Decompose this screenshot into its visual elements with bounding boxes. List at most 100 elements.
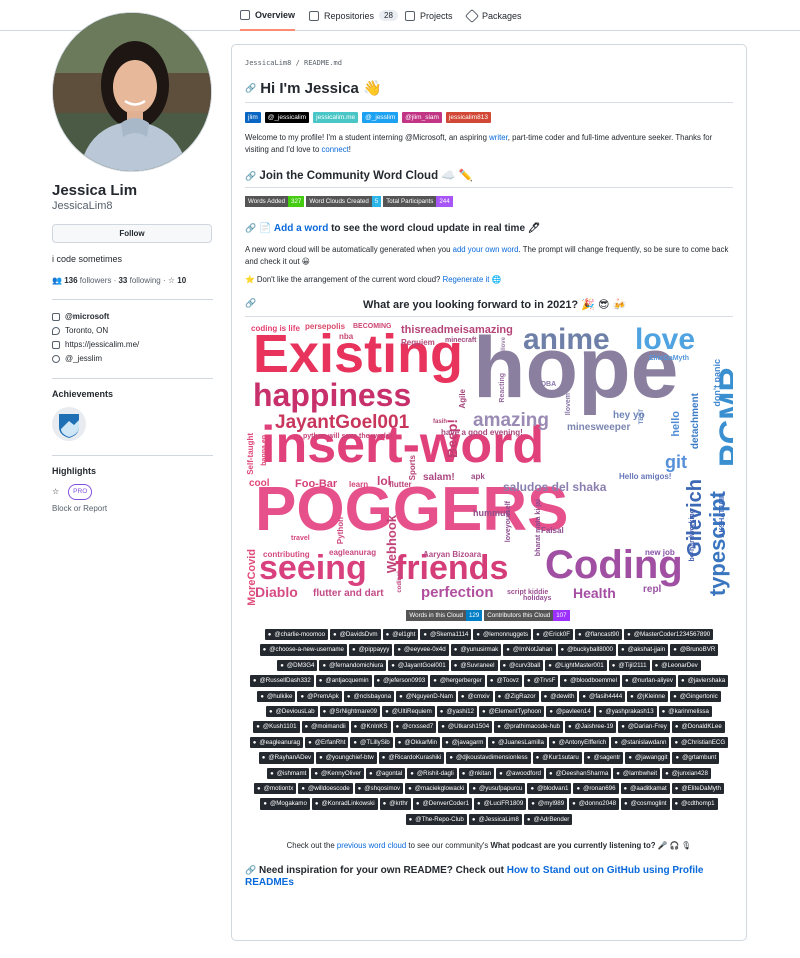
contributor-badge[interactable]: @antjacquemin	[315, 675, 372, 687]
contributor-badge[interactable]: @prathimacode-hub	[494, 721, 563, 733]
contributor-badge[interactable]: @TrvsF	[523, 675, 559, 687]
contributor-badge[interactable]: @agontal	[365, 767, 406, 779]
social-badge[interactable]: @jlim_slam	[402, 112, 442, 123]
contributor-badge[interactable]: @Kush1101	[253, 721, 300, 733]
contributor-badge[interactable]: @RicardoKurashiki	[378, 752, 445, 764]
contributor-badge[interactable]: @cmxiv	[457, 690, 493, 702]
anchor-link-icon[interactable]: 🔗	[245, 83, 256, 94]
contributor-badge[interactable]: @blodvan1	[527, 782, 572, 795]
social-badge[interactable]: jessicalim813	[445, 112, 491, 123]
contributor-badge[interactable]: @TLillySib	[350, 736, 393, 749]
contributor-badge[interactable]: @yashprakash13	[595, 705, 657, 718]
contributor-badge[interactable]: @jeferson0993	[373, 675, 429, 687]
contributor-badge[interactable]: @ishmamt	[267, 767, 310, 779]
contributor-badge[interactable]: @EliteDaMyth	[671, 782, 724, 795]
contributor-badge[interactable]: @eeyvee-0x4d	[394, 644, 449, 656]
contributor-badge[interactable]: @dewith	[540, 690, 578, 702]
anchor-link-icon[interactable]: 🔗	[245, 298, 256, 309]
contributor-badge[interactable]: @yashi12	[436, 705, 477, 718]
tab-overview[interactable]: Overview	[240, 0, 296, 31]
contributor-badge[interactable]: @DonaldKLee	[671, 721, 725, 733]
contributor-badge[interactable]: @Suvraneel	[450, 659, 498, 672]
contributor-badge[interactable]: @JayantGoel001	[388, 659, 449, 672]
previous-cloud-link[interactable]: previous word cloud	[337, 841, 406, 850]
social-badge[interactable]: @_jessicalim	[264, 112, 310, 123]
contributor-badge[interactable]: @Kur1sutaru	[532, 752, 582, 764]
contributor-badge[interactable]: @ZigRazor	[494, 690, 539, 702]
contributor-badge[interactable]: @aaditkamat	[620, 782, 670, 795]
contributor-badge[interactable]: @DeeshanSharma	[545, 767, 612, 779]
writer-link[interactable]: writer	[489, 133, 508, 142]
contributor-badge[interactable]: @javiershaka	[677, 675, 729, 687]
contributor-badge[interactable]: @pippayyy	[349, 644, 393, 656]
tab-packages[interactable]: Packages	[464, 0, 522, 31]
contributor-badge[interactable]: @javagarm	[442, 736, 487, 749]
contributor-badge[interactable]: @curv3ball	[499, 659, 544, 672]
contributor-badge[interactable]: @yunusirmak	[450, 644, 502, 656]
contributor-badge[interactable]: @myl989	[528, 798, 568, 810]
contributor-badge[interactable]: @willdoescode	[298, 782, 353, 795]
contributor-badge[interactable]: @hergerberger	[430, 675, 485, 687]
contributor-badge[interactable]: @BrunoBVR	[670, 644, 719, 656]
contributor-badge[interactable]: @SrNightmare09	[319, 705, 381, 718]
contributor-badge[interactable]: @DM3G4	[277, 659, 318, 672]
contributor-badge[interactable]: @Tijil2111	[608, 659, 650, 672]
contributor-badge[interactable]: @The-Repo-Club	[405, 813, 467, 826]
contributor-badge[interactable]: @JuanesLamilla	[488, 736, 547, 749]
contributor-badge[interactable]: @Erick0F	[533, 629, 574, 641]
contributor-badge[interactable]: @cdthomp1	[671, 798, 718, 810]
contributor-badge[interactable]: @charlie-moomoo	[264, 629, 329, 641]
contributor-badge[interactable]: @stanislawdann	[611, 736, 670, 749]
contributor-badge[interactable]: @grtambunt	[672, 752, 720, 764]
stars-count[interactable]: 10	[177, 276, 186, 285]
achievement-badge[interactable]	[52, 407, 86, 441]
block-report-link[interactable]: Block or Report	[52, 502, 213, 516]
social-badge[interactable]: jessicalim.me	[313, 112, 359, 123]
contributor-badge[interactable]: @djkoustavdimensionless	[446, 752, 531, 764]
contributor-badge[interactable]: @Utkarsh1504	[438, 721, 493, 733]
contributor-badge[interactable]: @ErfanRht	[305, 736, 349, 749]
contributor-badge[interactable]: @DeviousLab	[266, 705, 318, 718]
contributor-badge[interactable]: @flancast90	[575, 629, 623, 641]
contributor-badge[interactable]: @akshat-jjain	[617, 644, 669, 656]
contributor-badge[interactable]: @Mogakamo	[260, 798, 310, 810]
contributor-badge[interactable]: @krthr	[379, 798, 411, 810]
following-link[interactable]: 33 following	[118, 276, 160, 285]
contributor-badge[interactable]: @DavidsDvm	[330, 629, 381, 641]
anchor-link-icon[interactable]: 🔗	[245, 171, 256, 181]
contributor-badge[interactable]: @OkkarMin	[394, 736, 441, 749]
contributor-badge[interactable]: @DenverCoder1	[412, 798, 473, 810]
contributor-badge[interactable]: @RayhanADev	[258, 752, 315, 764]
add-word-link[interactable]: Add a word	[274, 223, 328, 234]
contributor-badge[interactable]: @PremApk	[297, 690, 342, 702]
contributor-badge[interactable]: @LeonarDev	[651, 659, 701, 672]
contributor-badge[interactable]: @ImNotJahan	[503, 644, 556, 656]
contributor-badge[interactable]: @nkitan	[458, 767, 495, 779]
contributor-badge[interactable]: @shqosimov	[354, 782, 404, 795]
profile-website[interactable]: https://jessicalim.me/	[52, 338, 213, 352]
contributor-badge[interactable]: @el1ght	[382, 629, 419, 641]
contributor-badge[interactable]: @jKleinne	[627, 690, 669, 702]
follow-button[interactable]: Follow	[52, 224, 212, 243]
anchor-link-icon[interactable]: 🔗	[245, 865, 256, 875]
contributor-badge[interactable]: @jawanggit	[625, 752, 671, 764]
social-badge[interactable]: @_jesslim	[362, 112, 399, 123]
contributor-badge[interactable]: @RussellDash332	[249, 675, 314, 687]
contributor-badge[interactable]: @Toovz	[486, 675, 522, 687]
contributor-badge[interactable]: @junxian428	[662, 767, 711, 779]
contributor-badge[interactable]: @KnInKS	[350, 721, 391, 733]
contributor-badge[interactable]: @NguyenD-Nam	[396, 690, 456, 702]
contributor-badge[interactable]: @awoodford	[496, 767, 544, 779]
profile-twitter[interactable]: @_jesslim	[52, 352, 213, 366]
contributor-badge[interactable]: @Gingertonic	[670, 690, 721, 702]
contributor-badge[interactable]: @nclsbayona	[343, 690, 395, 702]
followers-link[interactable]: 136 followers	[64, 276, 111, 285]
regenerate-link[interactable]: Regenerate it	[443, 275, 490, 284]
contributor-badge[interactable]: @crxssed7	[392, 721, 437, 733]
contributor-badge[interactable]: @maciekglowacki	[405, 782, 468, 795]
avatar[interactable]	[52, 12, 212, 172]
word-cloud[interactable]: Existing hope insert-word POGGERS Coding seei…	[245, 323, 733, 605]
connect-link[interactable]: connect	[321, 145, 348, 154]
contributor-badge[interactable]: @yusufpapurcu	[469, 782, 526, 795]
contributor-badge[interactable]: @karinmelissa	[658, 705, 712, 718]
